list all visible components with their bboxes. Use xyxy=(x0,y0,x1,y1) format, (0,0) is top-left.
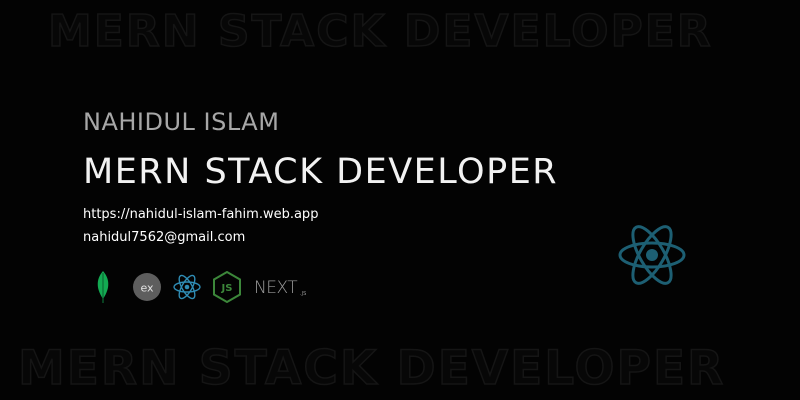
express-icon: ex xyxy=(133,273,161,301)
developer-role: MERN STACK DEVELOPER xyxy=(83,152,559,192)
nodejs-icon-label: JS xyxy=(221,283,233,294)
website-link[interactable]: https://nahidul-islam-fahim.web.app xyxy=(83,207,318,222)
nodejs-icon: JS xyxy=(213,271,241,303)
watermark-top: MERN STACK DEVELOPER xyxy=(47,6,713,57)
express-icon-label: ex xyxy=(140,282,154,295)
mongodb-leaf-icon xyxy=(97,271,109,303)
nextjs-icon-label: NEXT xyxy=(254,278,298,298)
banner: MERN STACK DEVELOPER MERN STACK DEVELOPE… xyxy=(0,0,800,400)
nextjs-icon: NEXT .JS xyxy=(254,278,306,298)
react-logo-large-icon xyxy=(618,225,686,285)
email-link[interactable]: nahidul7562@gmail.com xyxy=(83,230,245,245)
tech-stack-icons: ex JS NEXT .JS xyxy=(92,270,332,304)
developer-name: NAHIDUL ISLAM xyxy=(83,108,280,136)
watermark-bottom: MERN STACK DEVELOPER xyxy=(17,341,726,396)
nextjs-icon-suffix: .JS xyxy=(300,291,306,297)
react-icon xyxy=(173,274,201,300)
